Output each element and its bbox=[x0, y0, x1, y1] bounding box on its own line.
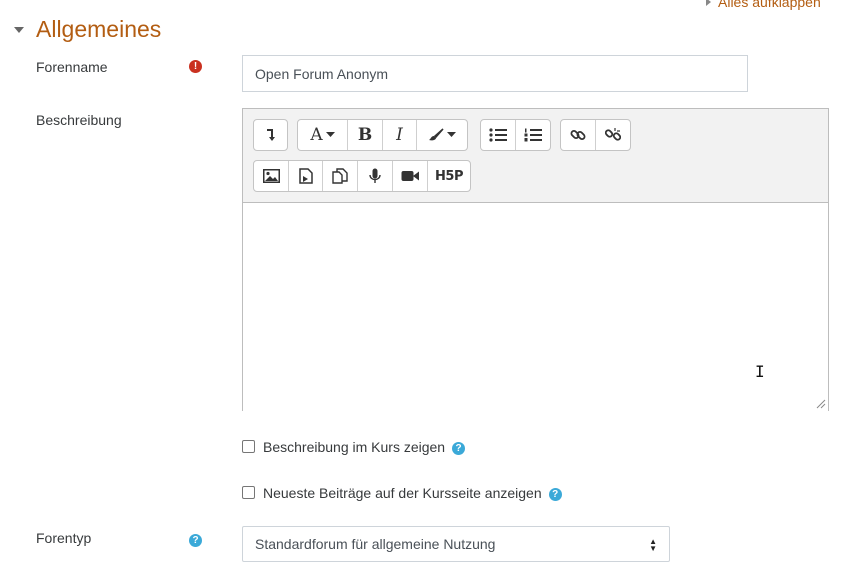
chevron-down-icon bbox=[325, 132, 335, 137]
forum-name-input[interactable] bbox=[242, 55, 748, 92]
insert-h5p-button[interactable]: H5P bbox=[428, 161, 470, 191]
record-audio-icon bbox=[369, 168, 381, 183]
collapse-icon bbox=[266, 129, 275, 141]
record-audio-button[interactable] bbox=[358, 161, 393, 191]
manage-files-icon bbox=[332, 168, 348, 184]
description-editor: A B I H5P bbox=[242, 108, 829, 411]
h5p-icon: H5P bbox=[435, 168, 463, 184]
record-video-button[interactable] bbox=[393, 161, 428, 191]
text-color-button[interactable] bbox=[417, 120, 467, 150]
resize-handle-icon[interactable] bbox=[816, 399, 826, 409]
section-collapse-icon[interactable] bbox=[14, 27, 24, 33]
link-button[interactable] bbox=[561, 120, 596, 150]
required-icon: ! bbox=[189, 60, 202, 73]
unlink-icon bbox=[605, 128, 621, 141]
expand-all-link[interactable]: Alles aufklappen bbox=[706, 0, 821, 10]
help-icon[interactable]: ? bbox=[452, 442, 466, 455]
ordered-list-icon bbox=[524, 128, 542, 142]
select-arrows-icon: ▲ ▼ bbox=[649, 537, 657, 553]
help-icon[interactable]: ? bbox=[189, 534, 202, 547]
manage-files-button[interactable] bbox=[323, 161, 358, 191]
media-icon bbox=[298, 168, 313, 184]
forum-type-label: Forentyp bbox=[36, 530, 92, 546]
unordered-list-button[interactable] bbox=[481, 120, 516, 150]
record-video-icon bbox=[401, 171, 419, 181]
forum-type-select[interactable]: Standardforum für allgemeine Nutzung ▲ ▼ bbox=[242, 526, 670, 562]
description-label: Beschreibung bbox=[36, 112, 122, 128]
font-icon: A bbox=[310, 125, 323, 145]
show-description-label[interactable]: Beschreibung im Kurs zeigen bbox=[263, 439, 445, 455]
help-icon[interactable]: ? bbox=[548, 488, 562, 501]
toolbar-group-lists bbox=[480, 119, 551, 151]
bold-icon: B bbox=[357, 125, 373, 145]
show-description-checkbox[interactable] bbox=[242, 440, 255, 453]
toolbar-group-links bbox=[560, 119, 631, 151]
forum-type-selected: Standardforum für allgemeine Nutzung bbox=[255, 536, 496, 552]
show-latest-posts-label[interactable]: Neueste Beiträge auf der Kursseite anzei… bbox=[263, 485, 542, 501]
editor-content-area[interactable] bbox=[243, 202, 828, 411]
font-style-button[interactable]: A bbox=[298, 120, 348, 150]
toolbar-group-collapse bbox=[253, 119, 288, 151]
chevron-down-icon bbox=[447, 132, 456, 137]
toolbar-group-style: A B I bbox=[297, 119, 468, 151]
show-description-row: Beschreibung im Kurs zeigen ? bbox=[242, 438, 466, 455]
unordered-list-icon bbox=[489, 128, 507, 142]
link-icon bbox=[570, 130, 586, 140]
forum-name-label: Forenname bbox=[36, 59, 108, 75]
insert-media-button[interactable] bbox=[289, 161, 323, 191]
expand-triangle-icon bbox=[706, 0, 711, 6]
collapse-toolbar-button[interactable] bbox=[254, 120, 287, 150]
expand-all-label: Alles aufklappen bbox=[718, 0, 821, 10]
unlink-button[interactable] bbox=[596, 120, 630, 150]
toolbar-group-media: H5P bbox=[253, 160, 471, 192]
brush-icon bbox=[429, 128, 444, 141]
section-title[interactable]: Allgemeines bbox=[36, 16, 161, 43]
italic-icon: I bbox=[396, 125, 403, 145]
italic-button[interactable]: I bbox=[383, 120, 417, 150]
image-icon bbox=[262, 169, 280, 183]
insert-image-button[interactable] bbox=[254, 161, 289, 191]
bold-button[interactable]: B bbox=[348, 120, 383, 150]
show-latest-posts-row: Neueste Beiträge auf der Kursseite anzei… bbox=[242, 484, 562, 501]
ordered-list-button[interactable] bbox=[516, 120, 550, 150]
show-latest-posts-checkbox[interactable] bbox=[242, 486, 255, 499]
text-cursor-icon: I bbox=[755, 362, 765, 381]
